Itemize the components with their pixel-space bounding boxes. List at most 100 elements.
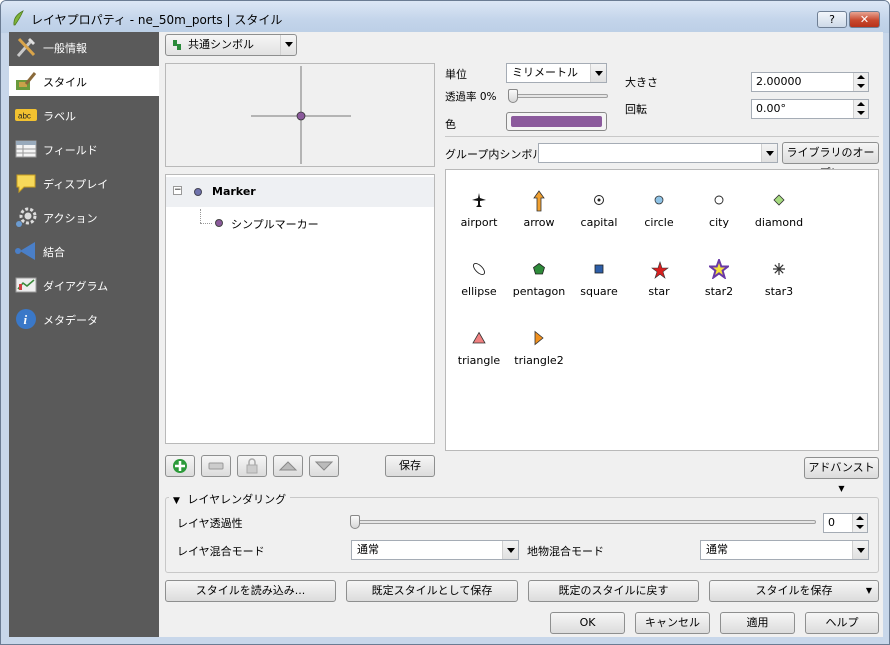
rotation-spinbox[interactable]: 0.00°: [751, 99, 869, 119]
style-brush-icon: [16, 72, 37, 90]
spin-up-icon[interactable]: [852, 514, 867, 523]
symbol-star3[interactable]: star3: [749, 247, 809, 307]
layer-rendering-header[interactable]: ▼ レイヤレンダリング: [169, 491, 291, 506]
layer-transparency-spinbox[interactable]: 0: [823, 513, 868, 533]
transparency-slider[interactable]: [508, 94, 608, 98]
layer-transparency-label: レイヤ透過性: [177, 517, 243, 530]
circle-icon: [654, 195, 664, 205]
cancel-button[interactable]: キャンセル: [635, 612, 710, 634]
sidebar-item-label: 一般情報: [43, 42, 87, 55]
spin-up-icon[interactable]: [853, 100, 868, 109]
unit-label: 単位: [445, 68, 467, 81]
symbol-name: square: [580, 285, 618, 298]
tree-row-marker[interactable]: − Marker: [166, 177, 434, 207]
airplane-icon: [472, 193, 486, 207]
table-fields-icon: [15, 140, 37, 158]
symbol-name: city: [709, 216, 729, 229]
spin-down-icon[interactable]: [853, 109, 868, 118]
window-title: レイヤプロパティ - ne_50m_ports | スタイル: [31, 13, 283, 27]
symbol-triangle[interactable]: triangle: [449, 316, 509, 376]
ellipse-icon: [473, 263, 485, 275]
symbol-name: airport: [460, 216, 498, 229]
sidebar-item-actions[interactable]: アクション: [9, 202, 159, 232]
triangle2-icon: [534, 330, 544, 346]
move-down-button[interactable]: [309, 455, 339, 477]
layer-transparency-slider[interactable]: [353, 520, 816, 524]
feature-blend-label: 地物混合モード: [527, 545, 604, 558]
remove-layer-button[interactable]: [201, 455, 231, 477]
symbol-arrow[interactable]: arrow: [509, 178, 569, 238]
lock-layer-button[interactable]: [237, 455, 267, 477]
sidebar-item-diagrams[interactable]: ダイアグラム: [9, 270, 159, 300]
symbol-triangle2[interactable]: triangle2: [509, 316, 569, 376]
symbol-name: star: [648, 285, 670, 298]
color-button[interactable]: [506, 112, 607, 131]
svg-text:i: i: [24, 312, 28, 327]
collapse-icon[interactable]: −: [173, 186, 182, 195]
sidebar-item-display[interactable]: ディスプレイ: [9, 168, 159, 198]
size-spinbox[interactable]: 2.00000: [751, 72, 869, 92]
sidebar-item-joins[interactable]: 結合: [9, 236, 159, 266]
symbol-name: diamond: [754, 216, 804, 229]
advanced-button[interactable]: アドバンスト ▼: [804, 457, 879, 493]
unit-select[interactable]: ミリメートル: [506, 63, 607, 83]
sidebar-item-label: 結合: [43, 246, 65, 259]
group-select[interactable]: [538, 143, 778, 163]
sidebar-item-metadata[interactable]: i メタデータ: [9, 304, 159, 334]
symbol-diamond[interactable]: diamond: [749, 178, 809, 238]
transparency-slider-handle[interactable]: [508, 89, 518, 103]
close-button[interactable]: ✕: [849, 11, 880, 28]
spin-up-icon[interactable]: [853, 73, 868, 82]
sidebar-item-general[interactable]: 一般情報: [9, 32, 159, 62]
apply-button[interactable]: 適用: [720, 612, 795, 634]
chevron-down-icon: [502, 541, 518, 559]
style-panel: 共通シンボル − Marker シンプルマーカー 保存 単位 ミリメートル 透過…: [159, 32, 883, 637]
lock-icon: [246, 458, 258, 474]
sidebar-item-fields[interactable]: フィールド: [9, 134, 159, 164]
layer-transparency-handle[interactable]: [350, 515, 360, 529]
move-up-button[interactable]: [273, 455, 303, 477]
help-title-button[interactable]: ?: [817, 11, 847, 28]
add-layer-button[interactable]: [165, 455, 195, 477]
diamond-icon: [773, 194, 785, 206]
symbol-layer-tree: − Marker シンプルマーカー: [165, 174, 435, 444]
symbol-pentagon[interactable]: pentagon: [509, 247, 569, 307]
save-as-default-button[interactable]: 既定スタイルとして保存: [346, 580, 518, 602]
layer-properties-window: レイヤプロパティ - ne_50m_ports | スタイル ? ✕ 一般情報 …: [0, 0, 890, 645]
load-style-button[interactable]: スタイルを読み込み...: [165, 580, 336, 602]
chevron-down-icon: ▼: [865, 586, 872, 595]
save-symbol-button[interactable]: 保存: [385, 455, 435, 477]
sidebar-item-style[interactable]: スタイル: [9, 66, 159, 96]
sidebar-item-label: フィールド: [43, 144, 98, 157]
layer-blend-select[interactable]: 通常: [351, 540, 519, 560]
spin-down-icon[interactable]: [853, 82, 868, 91]
capital-icon: [594, 195, 604, 205]
arrow-up-icon: [533, 190, 545, 212]
tree-row-simple-marker[interactable]: シンプルマーカー: [210, 211, 410, 235]
diagram-icon: [15, 277, 37, 293]
symbol-star2[interactable]: star2: [689, 247, 749, 307]
symbol-city[interactable]: city: [689, 178, 749, 238]
sidebar-item-labels[interactable]: abc ラベル: [9, 100, 159, 130]
gear-action-icon: [16, 207, 37, 227]
help-button[interactable]: ヘルプ: [805, 612, 879, 634]
symbol-circle[interactable]: circle: [629, 178, 689, 238]
symbol-capital[interactable]: capital: [569, 178, 629, 238]
symbol-name: arrow: [523, 216, 555, 229]
symbol-ellipse[interactable]: ellipse: [449, 247, 509, 307]
ok-button[interactable]: OK: [550, 612, 625, 634]
symbol-square[interactable]: square: [569, 247, 629, 307]
color-swatch: [511, 116, 602, 127]
symbol-airport[interactable]: airport: [449, 178, 509, 238]
save-style-label: スタイルを保存: [755, 584, 833, 597]
restore-default-button[interactable]: 既定のスタイルに戻す: [528, 580, 699, 602]
renderer-select[interactable]: 共通シンボル: [165, 34, 297, 56]
symbol-star[interactable]: star: [629, 247, 689, 307]
save-style-button[interactable]: スタイルを保存 ▼: [709, 580, 879, 602]
spin-down-icon[interactable]: [852, 523, 867, 532]
transparency-label: 透過率 0%: [445, 91, 497, 103]
tree-root-label: Marker: [212, 185, 256, 198]
open-library-button[interactable]: ライブラリのオープン: [782, 142, 879, 179]
abc-label-icon: abc: [15, 109, 37, 121]
feature-blend-select[interactable]: 通常: [700, 540, 869, 560]
